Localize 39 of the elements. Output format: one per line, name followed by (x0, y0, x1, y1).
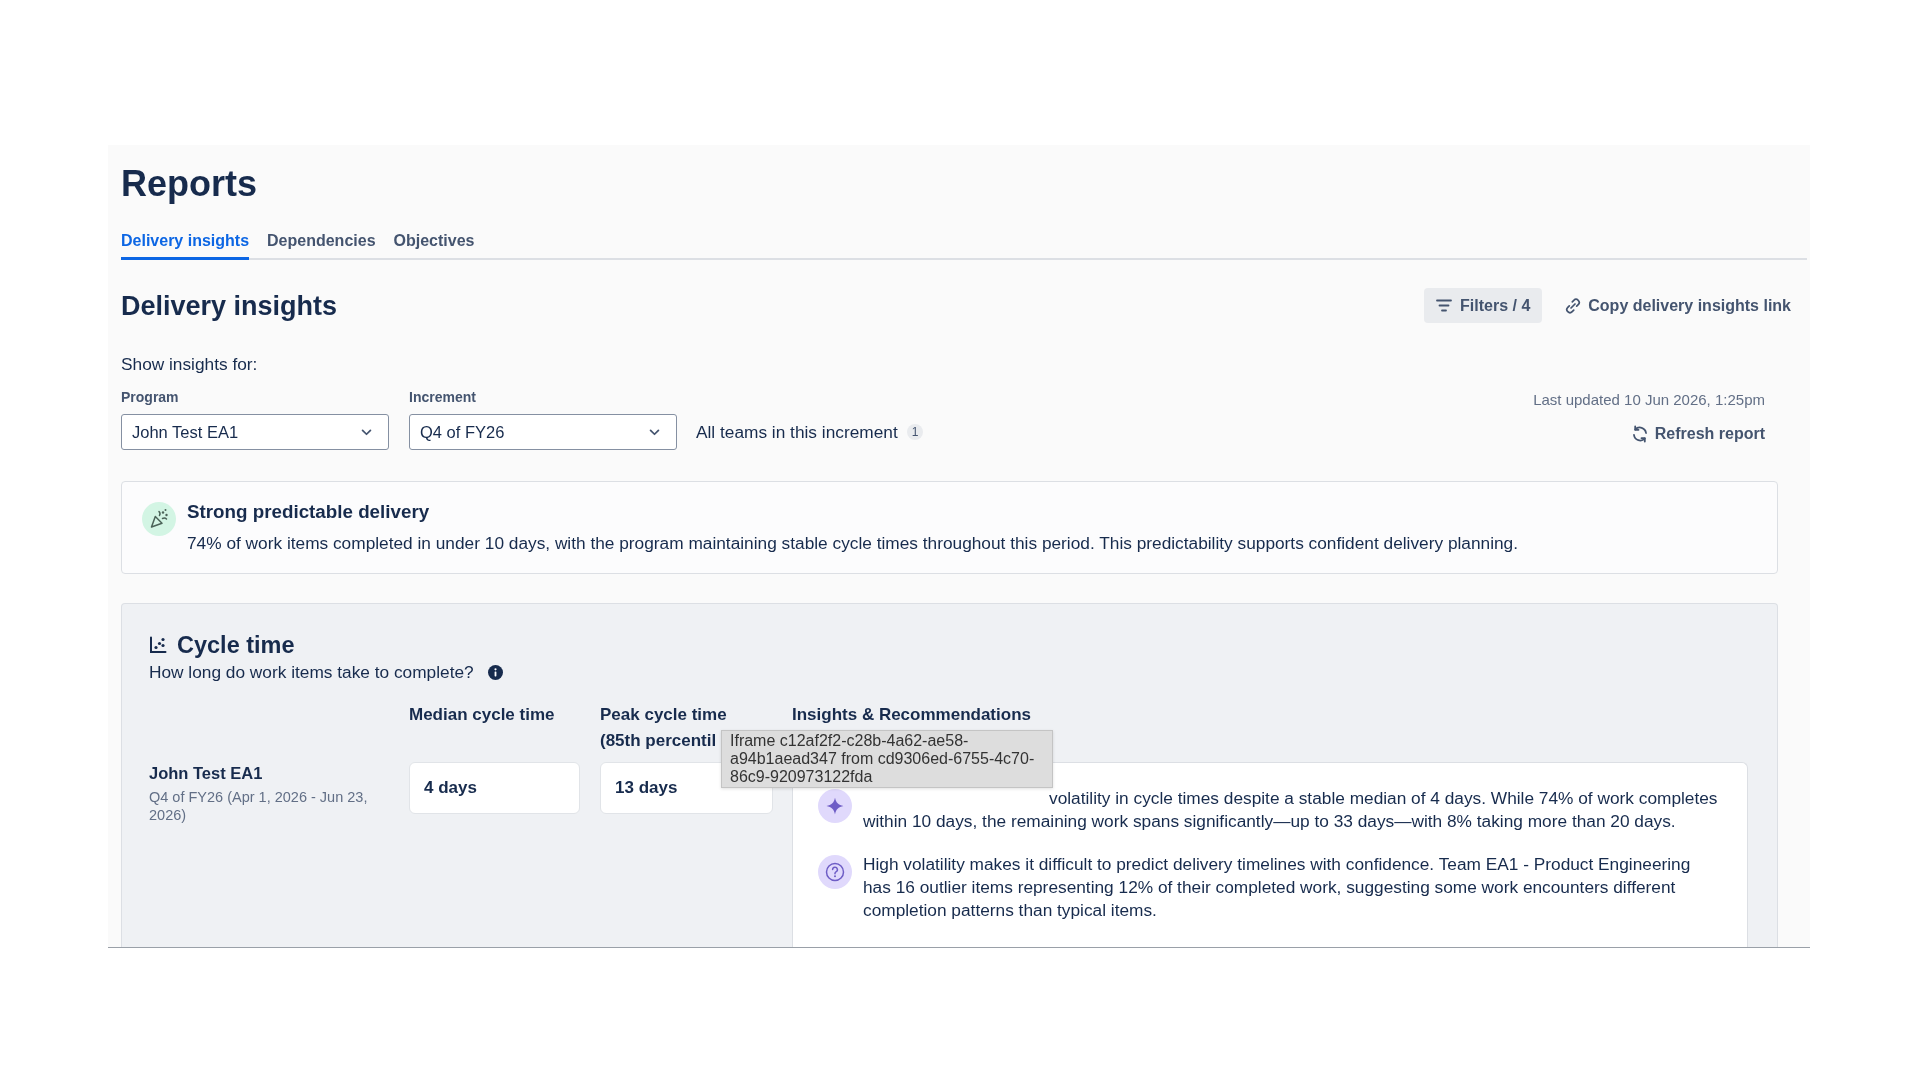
team-period: Q4 of FY26 (Apr 1, 2026 - Jun 23, 2026) (149, 788, 369, 824)
panel-subtitle: How long do work items take to complete? (149, 661, 474, 683)
field-label: Program (121, 389, 179, 405)
info-icon[interactable] (487, 664, 503, 680)
insight-text: volatility in cycle times despite a stable median of 4 days. While 74% of work completes within 10 days, the remaining work spans significantly—up to 33 days—with 8% taking more than 20 days. (863, 787, 1719, 833)
section-title: Delivery insights (121, 289, 338, 323)
refresh-icon (1630, 425, 1649, 443)
team-name: John Test EA1 (149, 764, 263, 782)
chevron-down-icon (361, 428, 372, 436)
tab[interactable]: Delivery insights (121, 226, 250, 260)
median-value: 4 days (424, 778, 477, 798)
last-updated-text: Last updated 10 Jun 2026, 1:25pm (1533, 391, 1765, 409)
insight-text: High volatility makes it difficult to predict delivery timelines with confidence. Team EA1 - Product Engineering has 16 outlier items representing 12% of their completed work, suggesting some work encounters different completion patterns than typical items. (863, 853, 1692, 922)
teams-label: All teams in this increment (696, 422, 898, 442)
column-header: Insights & Recommendations (792, 705, 1031, 724)
team-count-badge: 1 (906, 424, 924, 440)
sparkle-icon (818, 789, 852, 823)
link-icon (1565, 297, 1582, 314)
tab[interactable]: Dependencies (267, 226, 376, 260)
dropdown[interactable]: Q4 of FY26 (409, 414, 677, 450)
page-title: Reports (121, 162, 258, 206)
party-popper-icon (142, 502, 176, 536)
panel-title: Cycle time (177, 631, 295, 660)
refresh-button[interactable]: Refresh report (1630, 424, 1765, 444)
banner-text: 74% of work items completed in under 10 days, with the program maintaining stable cycle times throughout this period. This predictability supports confident delivery planning. (187, 532, 1519, 554)
question-icon (818, 855, 852, 889)
dropdown[interactable]: John Test EA1 (121, 414, 389, 450)
copy-link-button[interactable]: Copy delivery insights link (1563, 288, 1793, 323)
tab[interactable]: Objectives (393, 226, 475, 260)
banner-title: Strong predictable delivery (187, 502, 430, 522)
filter-icon (1436, 299, 1453, 312)
tooltip: Iframe c12af2f2-c28b-4a62-ae58-a94b1aead347 from cd9306ed-6755-4c70-86c9-920973122fda (721, 730, 1053, 788)
filters-button[interactable]: Filters / 4 (1424, 288, 1543, 323)
peak-value: 13 days (615, 778, 678, 798)
column-header: Median cycle time (409, 705, 555, 724)
field-label: Increment (409, 389, 476, 405)
chart-icon (149, 636, 167, 654)
chevron-down-icon (649, 428, 660, 436)
intro-text: Show insights for: (121, 354, 258, 374)
